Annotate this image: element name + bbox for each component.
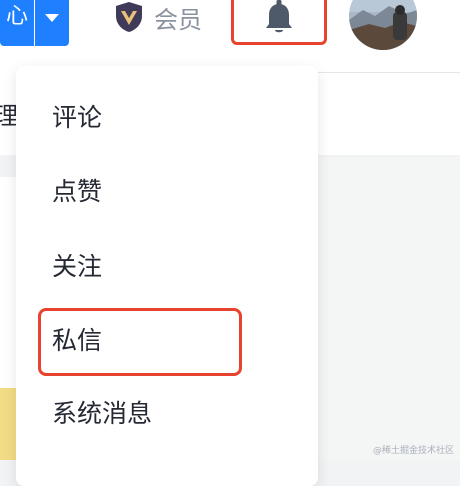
top-header: 心 会员 <box>0 0 460 73</box>
bell-icon <box>261 0 297 40</box>
creator-center-button[interactable]: 心 <box>0 0 34 46</box>
menu-item-system-messages[interactable]: 系统消息 <box>52 394 152 434</box>
notification-bell-button[interactable] <box>231 0 327 45</box>
vip-label: 会员 <box>154 5 202 34</box>
notification-dropdown: 评论 点赞 关注 私信 系统消息 <box>16 66 318 486</box>
creator-center-label-partial: 心 <box>5 4 28 29</box>
strip-divider <box>0 155 16 177</box>
page-background <box>318 157 460 460</box>
user-avatar[interactable] <box>349 0 417 50</box>
menu-item-follows[interactable]: 关注 <box>52 247 102 287</box>
menu-item-comments[interactable]: 评论 <box>52 98 102 138</box>
yellow-card-edge <box>0 388 16 460</box>
vip-badge-icon <box>112 0 146 34</box>
creator-center-dropdown-button[interactable] <box>35 0 69 46</box>
highlight-annotation-box <box>38 308 242 376</box>
chevron-down-icon <box>45 14 59 22</box>
watermark: @稀土掘金技术社区 <box>372 446 454 456</box>
vip-entry[interactable]: 会员 <box>112 0 202 34</box>
right-panel <box>318 73 460 155</box>
menu-item-likes[interactable]: 点赞 <box>52 172 102 212</box>
